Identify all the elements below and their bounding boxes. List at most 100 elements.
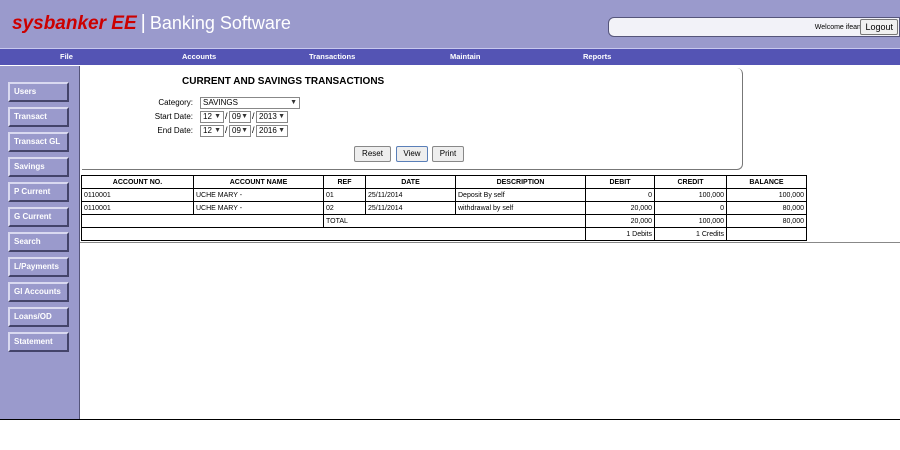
user-panel: Welcome ifeanyi Logout	[608, 17, 900, 37]
sidebar-item-search[interactable]: Search	[8, 232, 69, 252]
total-label: TOTAL	[323, 214, 586, 228]
table-total-row: TOTAL 20,000 100,000 80,000	[81, 214, 807, 228]
logout-button[interactable]: Logout	[860, 19, 898, 35]
cell-account-no: 0110001	[81, 201, 194, 215]
total-balance: 80,000	[726, 214, 807, 228]
category-select[interactable]: SAVINGS ▼	[200, 97, 300, 109]
menu-reports[interactable]: Reports	[583, 52, 611, 61]
end-month-select[interactable]: 09 ▼	[229, 125, 251, 137]
end-month-value: 09	[232, 126, 241, 135]
start-year-value: 2013	[259, 112, 277, 121]
app-header: sysbanker EE | Banking Software Welcome if…	[0, 0, 900, 48]
debits-count: 1 Debits	[585, 227, 655, 241]
cell-ref: 02	[323, 201, 366, 215]
start-year-select[interactable]: 2013 ▼	[256, 111, 288, 123]
date-separator: /	[225, 125, 228, 135]
category-label: Category:	[158, 98, 193, 107]
column-header-description: DESCRIPTION	[455, 175, 586, 189]
sidebar-item-statement[interactable]: Statement	[8, 332, 69, 352]
content-divider	[80, 242, 900, 243]
sidebar-item-loans-od[interactable]: Loans/OD	[8, 307, 69, 327]
cell-credit: 0	[654, 201, 727, 215]
end-year-select[interactable]: 2016 ▼	[256, 125, 288, 137]
total-credit: 100,000	[654, 214, 727, 228]
print-button[interactable]: Print	[432, 146, 464, 162]
end-day-value: 12	[203, 126, 212, 135]
column-header-balance: BALANCE	[726, 175, 807, 189]
table-header-row: ACCOUNT NO. ACCOUNT NAME REF DATE DESCRI…	[81, 175, 807, 189]
sidebar-item-transact-gl[interactable]: Transact GL	[8, 132, 69, 152]
reset-button[interactable]: Reset	[354, 146, 391, 162]
menu-maintain[interactable]: Maintain	[450, 52, 480, 61]
chevron-down-icon: ▼	[241, 127, 248, 134]
page-title: CURRENT AND SAVINGS TRANSACTIONS	[182, 76, 385, 87]
cell-account-name: UCHE MARY -	[193, 201, 324, 215]
cell-description: withdrawal by self	[455, 201, 586, 215]
date-separator: /	[225, 111, 228, 121]
cell-account-no: 0110001	[81, 188, 194, 202]
total-debit: 20,000	[585, 214, 655, 228]
cell-debit: 20,000	[585, 201, 655, 215]
footer-divider	[0, 419, 900, 420]
date-separator: /	[252, 125, 255, 135]
table-count-row: 1 Debits 1 Credits	[81, 227, 807, 241]
cell-date: 25/11/2014	[365, 188, 456, 202]
end-year-value: 2016	[259, 126, 277, 135]
cell-balance: 80,000	[726, 201, 807, 215]
brand-subtitle: Banking Software	[149, 13, 291, 33]
chevron-down-icon: ▼	[278, 113, 285, 120]
end-day-select[interactable]: 12 ▼	[200, 125, 224, 137]
welcome-text: Welcome ifeanyi	[814, 24, 866, 31]
sidebar-item-transact[interactable]: Transact	[8, 107, 69, 127]
category-value: SAVINGS	[203, 98, 238, 107]
column-header-credit: CREDIT	[654, 175, 727, 189]
cell-empty	[726, 227, 807, 241]
sidebar-item-savings[interactable]: Savings	[8, 157, 69, 177]
sidebar-item-l-payments[interactable]: L/Payments	[8, 257, 69, 277]
start-day-select[interactable]: 12 ▼	[200, 111, 224, 123]
chevron-down-icon: ▼	[290, 99, 297, 106]
start-day-value: 12	[203, 112, 212, 121]
chevron-down-icon: ▼	[278, 127, 285, 134]
main-menu-bar: File Accounts Transactions Maintain Repo…	[0, 48, 900, 65]
cell-empty	[81, 214, 324, 228]
column-header-ref: REF	[323, 175, 366, 189]
cell-ref: 01	[323, 188, 366, 202]
sidebar-item-gl-accounts[interactable]: Gl Accounts	[8, 282, 69, 302]
table-row: 0110001 UCHE MARY - 02 25/11/2014 withdr…	[81, 201, 807, 215]
transactions-table: ACCOUNT NO. ACCOUNT NAME REF DATE DESCRI…	[81, 175, 807, 241]
sidebar-item-p-current[interactable]: P Current	[8, 182, 69, 202]
cell-credit: 100,000	[654, 188, 727, 202]
sidebar: Users Transact Transact GL Savings P Cur…	[0, 66, 80, 420]
chevron-down-icon: ▼	[214, 113, 221, 120]
menu-file[interactable]: File	[60, 52, 73, 61]
cell-balance: 100,000	[726, 188, 807, 202]
sidebar-item-g-current[interactable]: G Current	[8, 207, 69, 227]
chevron-down-icon: ▼	[241, 113, 248, 120]
cell-account-name: UCHE MARY -	[193, 188, 324, 202]
brand-separator: |	[140, 12, 146, 34]
start-date-label: Start Date:	[154, 112, 193, 121]
start-month-value: 09	[232, 112, 241, 121]
menu-accounts[interactable]: Accounts	[182, 52, 216, 61]
credits-count: 1 Credits	[654, 227, 727, 241]
column-header-date: DATE	[365, 175, 456, 189]
sidebar-item-users[interactable]: Users	[8, 82, 69, 102]
cell-date: 25/11/2014	[365, 201, 456, 215]
view-button[interactable]: View	[396, 146, 428, 162]
column-header-debit: DEBIT	[585, 175, 655, 189]
date-separator: /	[252, 111, 255, 121]
cell-empty	[81, 227, 586, 241]
start-month-select[interactable]: 09 ▼	[229, 111, 251, 123]
column-header-account-no: ACCOUNT NO.	[81, 175, 194, 189]
brand-logo: sysbanker EE | Banking Software	[12, 11, 291, 36]
chevron-down-icon: ▼	[214, 127, 221, 134]
cell-description: Deposit By self	[455, 188, 586, 202]
menu-transactions[interactable]: Transactions	[309, 52, 355, 61]
end-date-label: End Date:	[157, 126, 193, 135]
table-row: 0110001 UCHE MARY - 01 25/11/2014 Deposi…	[81, 188, 807, 202]
app-window: sysbanker EE | Banking Software Welcome if…	[0, 0, 900, 450]
cell-debit: 0	[585, 188, 655, 202]
column-header-account-name: ACCOUNT NAME	[193, 175, 324, 189]
brand-name: sysbanker EE	[12, 13, 137, 34]
